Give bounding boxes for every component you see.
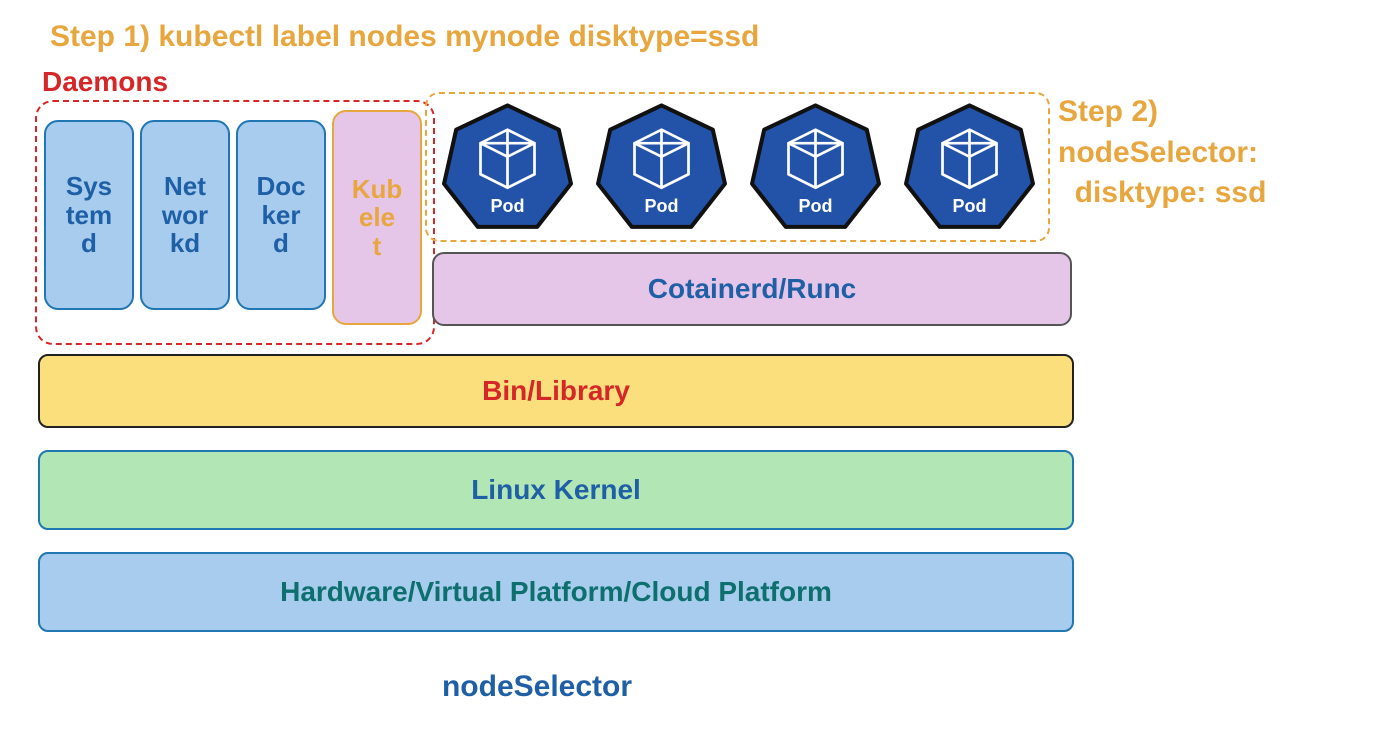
step2-text: Step 2) nodeSelector: disktype: ssd xyxy=(1058,92,1266,214)
daemon-kubelet: Kub ele t xyxy=(332,110,422,325)
daemon-systemd: Sys tem d xyxy=(44,120,134,310)
step1-text: Step 1) kubectl label nodes mynode diskt… xyxy=(50,20,759,54)
daemon-dockerd: Doc ker d xyxy=(236,120,326,310)
diagram-caption: nodeSelector xyxy=(0,670,1074,704)
pod-icon: Pod xyxy=(594,100,729,235)
layer-containerd: Cotainerd/Runc xyxy=(432,252,1072,326)
pod-icon: Pod xyxy=(902,100,1037,235)
layer-kernel-label: Linux Kernel xyxy=(471,474,641,506)
daemon-networkd: Net wor kd xyxy=(140,120,230,310)
pod-icon: Pod xyxy=(748,100,883,235)
daemon-systemd-label: Sys tem d xyxy=(66,172,112,258)
daemon-dockerd-label: Doc ker d xyxy=(256,172,305,258)
pod-label: Pod xyxy=(748,196,883,217)
layer-hardware-label: Hardware/Virtual Platform/Cloud Platform xyxy=(280,576,832,608)
pod-label: Pod xyxy=(594,196,729,217)
pod-icon: Pod xyxy=(440,100,575,235)
daemon-networkd-label: Net wor kd xyxy=(162,172,208,258)
pod-label: Pod xyxy=(440,196,575,217)
layer-hardware: Hardware/Virtual Platform/Cloud Platform xyxy=(38,552,1074,632)
daemon-kubelet-label: Kub ele t xyxy=(352,175,403,261)
layer-binlib-label: Bin/Library xyxy=(482,375,630,407)
pod-label: Pod xyxy=(902,196,1037,217)
layer-kernel: Linux Kernel xyxy=(38,450,1074,530)
layer-containerd-label: Cotainerd/Runc xyxy=(648,273,856,305)
layer-binlib: Bin/Library xyxy=(38,354,1074,428)
daemons-label: Daemons xyxy=(42,66,168,98)
